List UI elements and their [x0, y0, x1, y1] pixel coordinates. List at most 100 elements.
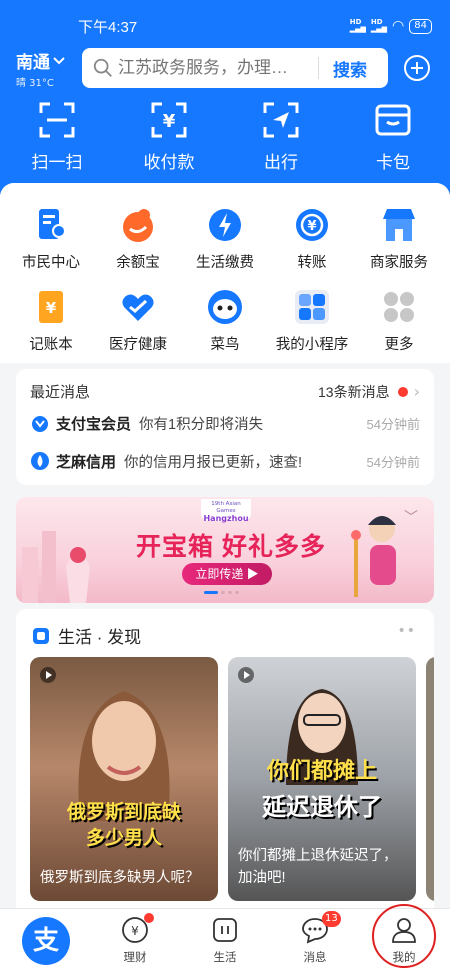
home-tab[interactable]: 支 — [22, 917, 70, 965]
city-selector[interactable]: 南通 晴 31°C — [16, 48, 65, 89]
unread-dot — [397, 386, 408, 397]
cainiao-icon — [208, 290, 242, 324]
travel-icon — [263, 102, 299, 138]
highlight-circle — [372, 904, 436, 968]
carousel-dot — [221, 591, 225, 594]
play-icon — [40, 667, 56, 683]
promo-banner[interactable]: 19th Asian Games Hangzhou 开宝箱 好礼多多 立即传递 … — [16, 497, 434, 603]
weather: 晴 31°C — [16, 78, 54, 89]
asian-games-tag: 19th Asian Games Hangzhou — [201, 499, 251, 523]
banner-title: 开宝箱 好礼多多 — [136, 533, 326, 561]
add-icon[interactable] — [403, 54, 431, 82]
city-skyline-image — [22, 531, 90, 603]
svg-text:¥: ¥ — [163, 111, 176, 132]
recent-messages[interactable]: 最近消息 13条新消息 › 支付宝会员 你有1积分即将消失 54分钟前 芝麻信用… — [16, 369, 434, 485]
discover-section: 生活 · 发现 •• 俄罗斯到底缺 多少男人 俄罗斯到底多缺男人呢？ 你们都摊上… — [16, 609, 434, 919]
service-bill-pay[interactable]: 生活缴费 — [180, 205, 270, 272]
service-merchant[interactable]: 商家服务 — [354, 205, 444, 272]
quick-wallet[interactable]: 卡包 — [348, 100, 438, 173]
search-input[interactable] — [118, 58, 318, 78]
service-label: 菜鸟 — [210, 337, 240, 353]
search-button[interactable]: 搜索 — [319, 56, 381, 81]
service-label: 生活缴费 — [196, 255, 254, 271]
search-row: 南通 晴 31°C 搜索 — [0, 46, 450, 90]
messages-header: 最近消息 13条新消息 › — [30, 381, 420, 402]
message-source: 芝麻信用 — [56, 453, 117, 471]
services-grid: 市民中心 余额宝 生活缴费 ¥ 转账 商家服务 ¥ 记账本 医疗健康 菜鸟 我的… — [0, 183, 450, 363]
chevron-right-icon: › — [413, 382, 420, 401]
service-transfer[interactable]: ¥ 转账 — [267, 205, 357, 272]
chevron-down-icon[interactable]: ﹀ — [404, 507, 418, 527]
quick-travel[interactable]: 出行 — [236, 100, 326, 173]
more-options-icon[interactable]: •• — [397, 623, 416, 639]
more-icon — [384, 292, 414, 322]
message-row[interactable]: 芝麻信用 你的信用月报已更新，速查! 54分钟前 — [30, 449, 420, 473]
member-icon — [32, 416, 48, 432]
quick-payment[interactable]: ¥ 收付款 — [124, 100, 214, 173]
tag-line1: 19th Asian Games — [211, 501, 241, 514]
service-ledger[interactable]: ¥ 记账本 — [6, 287, 96, 354]
hd-signal-icon-2: HD ▂▄▆ — [370, 18, 388, 33]
carousel-dot-active — [204, 591, 218, 594]
carousel-dot — [235, 591, 239, 594]
service-label: 医疗健康 — [109, 337, 167, 353]
service-health[interactable]: 医疗健康 — [93, 287, 183, 354]
chevron-down-icon — [53, 56, 65, 64]
sesame-credit-icon — [31, 452, 49, 470]
video-caption: 你们都摊上退休延迟了，加油吧! — [238, 848, 398, 886]
bill-pay-icon — [209, 209, 241, 241]
message-time: 54分钟前 — [366, 416, 420, 432]
quick-scan-label: 扫一扫 — [31, 153, 83, 172]
tab-life[interactable]: 生活 — [190, 915, 260, 965]
quick-actions: 扫一扫 ¥ 收付款 出行 卡包 — [0, 100, 450, 180]
quick-scan[interactable]: 扫一扫 — [12, 100, 102, 173]
service-label: 更多 — [384, 337, 414, 353]
video-overlay-line1: 你们都摊上 — [266, 758, 377, 783]
service-label: 我的小程序 — [275, 337, 349, 353]
battery-indicator: 84 — [409, 18, 432, 34]
service-label: 余额宝 — [116, 255, 160, 271]
service-cainiao[interactable]: 菜鸟 — [180, 287, 270, 354]
tab-label: 生活 — [213, 952, 237, 964]
health-icon — [122, 294, 154, 321]
transfer-icon: ¥ — [296, 209, 328, 241]
tab-label: 消息 — [303, 952, 327, 964]
service-citizen-center[interactable]: 市民中心 — [6, 205, 96, 272]
discover-header: 生活 · 发现 — [32, 623, 141, 648]
service-label: 商家服务 — [370, 255, 428, 271]
search-box[interactable]: 搜索 — [82, 48, 388, 88]
wallet-icon — [375, 104, 411, 136]
tab-messages[interactable]: 13 消息 — [280, 911, 350, 965]
status-icons: HD ▂▄▆ HD ▂▄▆ ◠ 84 — [350, 18, 432, 34]
ledger-icon: ¥ — [39, 291, 63, 323]
discover-icon — [33, 627, 49, 644]
service-more[interactable]: 更多 — [354, 287, 444, 354]
quick-travel-label: 出行 — [264, 153, 298, 172]
video-card[interactable]: 俄罗斯到底缺 多少男人 俄罗斯到底多缺男人呢？ — [30, 657, 218, 901]
svg-text:¥: ¥ — [131, 924, 139, 938]
video-overlay-line1: 俄罗斯到底缺 — [66, 802, 181, 823]
quick-wallet-label: 卡包 — [376, 153, 410, 172]
payment-icon: ¥ — [151, 102, 187, 138]
message-row[interactable]: 支付宝会员 你有1积分即将消失 54分钟前 — [30, 411, 420, 435]
message-text: 你有1积分即将消失 — [139, 416, 264, 433]
wifi-icon: ◠ — [392, 18, 405, 34]
service-yuebao[interactable]: 余额宝 — [93, 205, 183, 272]
service-label: 记账本 — [29, 337, 73, 353]
play-icon — [238, 667, 254, 683]
merchant-icon — [383, 209, 415, 241]
scan-icon — [39, 102, 75, 138]
service-mini-program[interactable]: 我的小程序 — [267, 287, 357, 354]
service-label: 市民中心 — [22, 255, 80, 271]
video-overlay-line2: 多少男人 — [85, 828, 162, 849]
search-icon — [93, 58, 112, 77]
banner-cta-button[interactable]: 立即传递 ▶ — [182, 563, 272, 585]
tab-wealth[interactable]: ¥ 理财 — [100, 913, 170, 965]
hd-signal-icon: HD ▂▄▆ — [349, 18, 366, 33]
status-time: 下午4:37 — [78, 18, 138, 36]
video-card-peek[interactable] — [426, 657, 434, 901]
video-overlay-line2: 延迟退休了 — [262, 794, 382, 821]
video-card[interactable]: 你们都摊上 延迟退休了 你们都摊上退休延迟了，加油吧! — [228, 657, 416, 901]
city-name-row: 南通 — [16, 48, 65, 73]
message-time: 54分钟前 — [366, 454, 420, 470]
